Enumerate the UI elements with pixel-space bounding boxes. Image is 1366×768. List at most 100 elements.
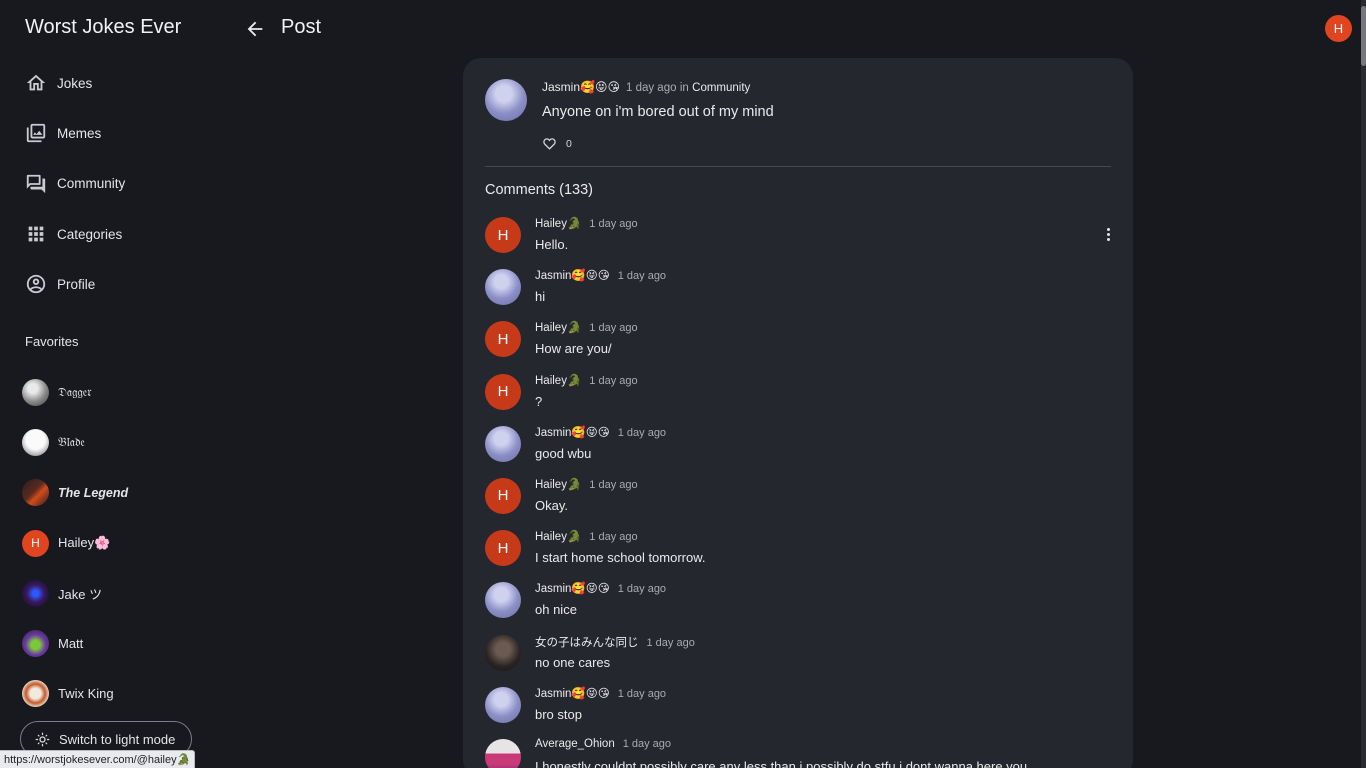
- comment-time: 1 day ago: [646, 636, 695, 649]
- comment-time: 1 day ago: [589, 322, 638, 335]
- comment-time: 1 day ago: [589, 374, 638, 387]
- comment-author[interactable]: Average_Ohion: [535, 738, 615, 750]
- favorite-label: 𝔇𝔞𝔤𝔤𝔢𝔯: [58, 384, 92, 399]
- comment-text: ?: [535, 393, 543, 409]
- comment-text: I start home school tomorrow.: [535, 550, 706, 566]
- scrollbar[interactable]: [1361, 0, 1366, 768]
- avatar[interactable]: [485, 269, 521, 306]
- favorite-item-the-legend[interactable]: The Legend: [0, 468, 215, 518]
- comment-author[interactable]: Jasmin🥰😝😘: [535, 688, 610, 700]
- favorites-heading: Favorites: [25, 334, 79, 349]
- comment-item: 女の子はみんな同じ 1 day ago no one cares: [485, 634, 1115, 686]
- comment-item: Jasmin🥰😝😘 1 day ago oh nice: [485, 581, 1115, 633]
- comment-author[interactable]: Jasmin🥰😝😘: [535, 270, 610, 282]
- comment-author[interactable]: Hailey🐊: [535, 218, 581, 230]
- comment-author[interactable]: Hailey🐊: [535, 479, 581, 491]
- post-text: Anyone on i'm bored out of my mind: [542, 104, 774, 120]
- comment-author[interactable]: 女の子はみんな同じ: [535, 637, 639, 649]
- comment-time: 1 day ago: [617, 583, 667, 596]
- account-circle-icon: [26, 275, 46, 294]
- grid-icon: [28, 226, 44, 242]
- avatar[interactable]: H: [485, 217, 521, 253]
- avatar: [22, 479, 49, 507]
- comment-item: Average_Ohion 1 day ago I honestly couldn…: [485, 738, 1115, 768]
- comments-list: H Hailey🐊 1 day ago Hello. Jasmin🥰😝😘 1 day…: [485, 216, 1115, 768]
- post-meta: Jasmin🥰😝😘 1 day ago in Community: [542, 80, 750, 94]
- post-author[interactable]: Jasmin🥰😝😘: [542, 80, 620, 94]
- scrollbar-thumb[interactable]: [1361, 6, 1366, 66]
- comment-author[interactable]: Hailey🐊: [535, 322, 581, 334]
- comment-author[interactable]: Jasmin🥰😝😘: [535, 583, 610, 595]
- comment-text: no one cares: [535, 654, 611, 670]
- comment-text: Okay.: [535, 497, 568, 513]
- app-title[interactable]: Worst Jokes Ever: [25, 16, 181, 39]
- favorite-label: Twix King: [58, 686, 114, 702]
- nav-label: Memes: [57, 125, 102, 141]
- avatar[interactable]: H: [485, 530, 521, 567]
- comment-item: H Hailey🐊 1 day ago ?: [485, 373, 1115, 425]
- nav-label: Community: [57, 176, 126, 192]
- sun-icon: [35, 732, 50, 746]
- arrow-back-icon: [247, 21, 263, 37]
- nav-item-memes[interactable]: Memes: [0, 108, 215, 158]
- comment-author[interactable]: Jasmin🥰😝😘: [535, 427, 610, 439]
- forum-icon: [26, 174, 46, 193]
- nav-label: Profile: [57, 276, 96, 292]
- like-count: 0: [566, 137, 572, 150]
- comment-author[interactable]: Hailey🐊: [535, 531, 581, 543]
- favorite-label: Jake ツ: [58, 586, 103, 602]
- avatar: [22, 680, 49, 708]
- comment-author[interactable]: Hailey🐊: [535, 375, 581, 387]
- main-nav: Jokes Memes Community Categories Profile: [0, 58, 215, 309]
- avatar: [22, 378, 49, 406]
- comment-text: good wbu: [535, 445, 592, 461]
- comment-text: hi: [535, 289, 546, 305]
- comment-time: 1 day ago: [617, 426, 667, 439]
- avatar[interactable]: H: [485, 477, 521, 514]
- more-options-icon[interactable]: [1102, 226, 1114, 242]
- favorite-label: Hailey🌸: [58, 535, 111, 551]
- avatar[interactable]: [485, 582, 521, 619]
- nav-item-community[interactable]: Community: [0, 159, 215, 209]
- comment-item: H Hailey🐊 1 day ago How are you/: [485, 320, 1115, 372]
- comment-time: 1 day ago: [589, 218, 638, 230]
- like-button[interactable]: 0: [542, 136, 572, 151]
- avatar: H: [22, 529, 49, 557]
- comment-time: 1 day ago: [589, 531, 638, 544]
- user-avatar[interactable]: H: [1325, 15, 1352, 42]
- favorites-list: 𝔇𝔞𝔤𝔤𝔢𝔯 𝔅𝔩𝔞𝔡𝔢 The Legend H Hailey🌸 Jake ツ…: [0, 367, 215, 719]
- page-title: Post: [281, 16, 322, 38]
- favorite-item-hailey[interactable]: H Hailey🌸: [0, 518, 215, 568]
- comment-text: bro stop: [535, 706, 582, 722]
- avatar[interactable]: H: [485, 321, 521, 358]
- comment-text: How are you/: [535, 341, 612, 357]
- avatar[interactable]: [485, 686, 521, 723]
- post-category-link[interactable]: Community: [692, 82, 750, 94]
- avatar[interactable]: H: [485, 373, 521, 410]
- heart-icon: [543, 138, 556, 150]
- post-card: Jasmin🥰😝😘 1 day ago in Community Anyone o…: [463, 58, 1133, 768]
- favorite-item-matt[interactable]: Matt: [0, 618, 215, 668]
- favorite-label: The Legend: [58, 485, 129, 500]
- image-library-icon: [26, 124, 46, 143]
- avatar: [22, 630, 49, 658]
- nav-item-jokes[interactable]: Jokes: [0, 58, 215, 108]
- nav-item-categories[interactable]: Categories: [0, 209, 215, 259]
- favorite-item-jake[interactable]: Jake ツ: [0, 568, 215, 618]
- avatar[interactable]: [485, 738, 521, 768]
- nav-label: Jokes: [57, 75, 93, 91]
- back-button[interactable]: [244, 18, 266, 40]
- favorite-label: 𝔅𝔩𝔞𝔡𝔢: [58, 434, 85, 449]
- favorite-item-twix-king[interactable]: Twix King: [0, 669, 215, 719]
- avatar[interactable]: [485, 634, 521, 671]
- divider: [485, 166, 1111, 167]
- nav-label: Categories: [57, 226, 123, 242]
- theme-toggle-label: Switch to light mode: [59, 731, 176, 747]
- comment-time: 1 day ago: [617, 687, 667, 700]
- favorite-item-blade[interactable]: 𝔅𝔩𝔞𝔡𝔢: [0, 417, 215, 467]
- favorite-label: Matt: [58, 636, 84, 652]
- favorite-item-dagger[interactable]: 𝔇𝔞𝔤𝔤𝔢𝔯: [0, 367, 215, 417]
- avatar[interactable]: [485, 425, 521, 462]
- nav-item-profile[interactable]: Profile: [0, 259, 215, 309]
- post-author-avatar[interactable]: [485, 79, 527, 121]
